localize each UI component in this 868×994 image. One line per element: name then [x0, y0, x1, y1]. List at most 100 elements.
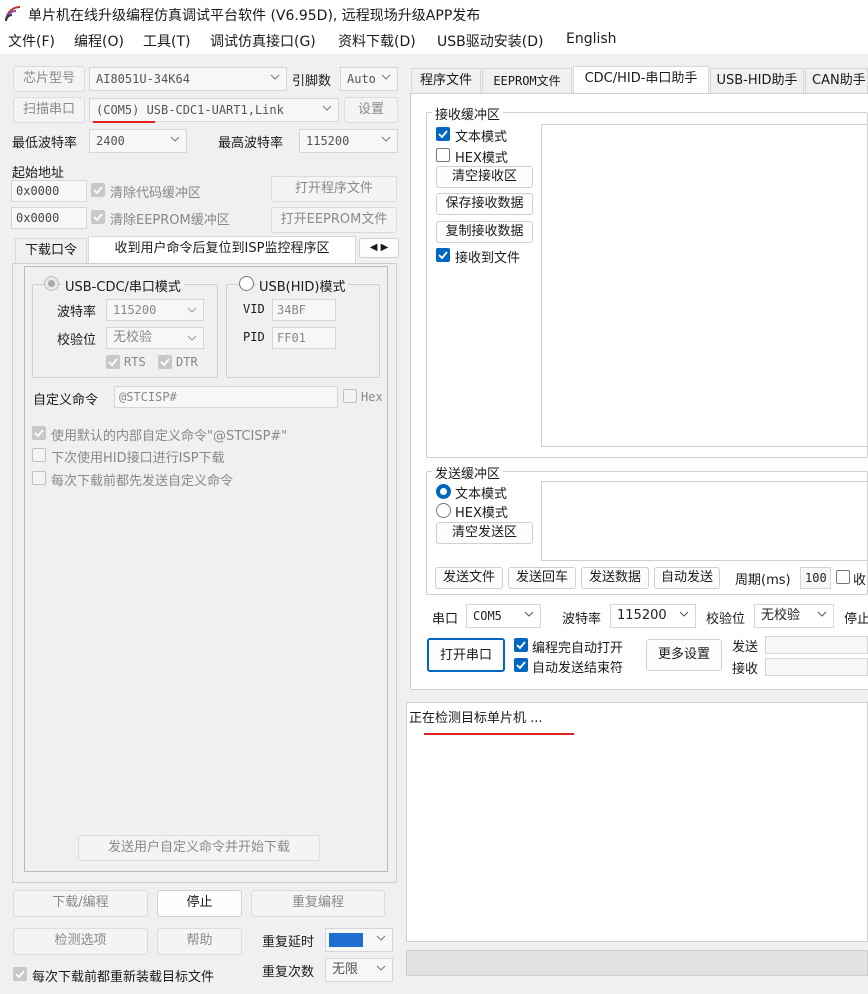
recv-text-mode-checkbox[interactable] — [436, 127, 450, 141]
auto-open-label: 编程完自动打开 — [532, 641, 624, 656]
serial-parity-select[interactable]: 无校验 — [754, 604, 834, 628]
more-settings-button[interactable]: 更多设置 — [646, 639, 722, 671]
serial-baud-select[interactable]: 115200 — [610, 604, 696, 628]
serial-port-label: 串口 — [432, 612, 459, 627]
send-custom-command-button[interactable]: 发送用户自定义命令并开始下载 — [78, 835, 320, 861]
check-options-button[interactable]: 检测选项 — [13, 928, 148, 955]
clear-eeprom-checkbox[interactable] — [91, 210, 105, 224]
rts-checkbox[interactable] — [106, 355, 120, 369]
menu-downloads[interactable]: 资料下载(D) — [338, 31, 416, 51]
max-baud-select[interactable]: 115200 — [299, 129, 398, 153]
recv-to-file-checkbox[interactable] — [436, 248, 450, 262]
period-field[interactable]: 100 — [800, 567, 831, 589]
open-port-button[interactable]: 打开串口 — [427, 638, 505, 672]
parity-value: 无校验 — [113, 330, 153, 345]
hid-mode-radio[interactable] — [239, 276, 254, 291]
auto-send-button[interactable]: 自动发送 — [654, 567, 720, 589]
max-baud-label: 最高波特率 — [218, 136, 284, 151]
menu-program[interactable]: 编程(O) — [74, 31, 124, 51]
default-command-checkbox[interactable] — [32, 426, 46, 440]
recv-hex-mode-checkbox[interactable] — [436, 148, 450, 162]
send-file-button[interactable]: 发送文件 — [435, 567, 503, 589]
clear-eeprom-label: 清除EEPROM缓冲区 — [110, 213, 230, 228]
copy-receive-button[interactable]: 复制接收数据 — [436, 221, 533, 243]
eeprom-address-field[interactable]: 0x0000 — [11, 207, 87, 229]
window-title: 单片机在线升级编程仿真调试平台软件 (V6.95D), 远程现场升级APP发布 — [28, 8, 481, 24]
repeat-count-select[interactable]: 无限 — [325, 958, 393, 982]
tab-can-assistant[interactable]: CAN助手 — [805, 68, 868, 94]
clear-receive-button[interactable]: 清空接收区 — [436, 166, 533, 188]
chip-model-select[interactable]: AI8051U-34K64 — [89, 67, 287, 91]
help-button[interactable]: 帮助 — [157, 928, 242, 955]
dtr-checkbox[interactable] — [158, 355, 172, 369]
menu-tools[interactable]: 工具(T) — [143, 31, 190, 51]
port-select[interactable]: (COM5) USB-CDC1-UART1,Link — [89, 98, 339, 122]
hid-isp-label: 下次使用HID接口进行ISP下载 — [51, 451, 225, 466]
chevron-down-icon — [187, 335, 197, 341]
clear-send-button[interactable]: 清空发送区 — [436, 522, 533, 544]
pid-field[interactable]: FF01 — [272, 327, 336, 349]
send-count-label: 发送 — [732, 640, 759, 655]
cdc-mode-radio[interactable] — [44, 276, 59, 291]
tab-download-password[interactable]: 下载口令 — [15, 238, 87, 264]
custom-command-label: 自定义命令 — [33, 393, 99, 408]
open-program-file-button[interactable]: 打开程序文件 — [271, 176, 397, 202]
repeat-delay-label: 重复延时 — [262, 935, 315, 950]
parity-select[interactable]: 无校验 — [106, 327, 204, 349]
min-baud-select[interactable]: 2400 — [89, 129, 187, 153]
tab-program-file[interactable]: 程序文件 — [411, 68, 481, 94]
clear-code-label: 清除代码缓冲区 — [110, 186, 202, 201]
recv-to-file-label: 接收到文件 — [455, 251, 521, 266]
send-hex-mode-radio[interactable] — [436, 503, 451, 518]
clear-code-checkbox[interactable] — [91, 183, 105, 197]
chevron-down-icon — [376, 935, 386, 941]
send-cr-button[interactable]: 发送回车 — [508, 567, 576, 589]
baud-value: 115200 — [113, 303, 157, 317]
chevron-down-icon — [381, 74, 391, 80]
max-baud-value: 115200 — [306, 134, 350, 148]
tab-serial-assistant[interactable]: CDC/HID-串口助手 — [573, 66, 709, 94]
hex-checkbox[interactable] — [343, 389, 357, 403]
open-eeprom-file-button[interactable]: 打开EEPROM文件 — [271, 207, 397, 233]
serial-port-select[interactable]: COM5 — [466, 604, 541, 628]
chevron-down-icon — [270, 74, 280, 80]
download-program-button[interactable]: 下载/编程 — [13, 890, 148, 917]
serial-parity-value: 无校验 — [761, 608, 801, 623]
tab-eeprom-file[interactable]: EEPROM文件 — [482, 68, 572, 94]
auto-end-checkbox[interactable] — [514, 658, 528, 672]
stop-button[interactable]: 停止 — [157, 890, 242, 917]
tab-usb-hid-assistant[interactable]: USB-HID助手 — [710, 68, 804, 94]
save-receive-button[interactable]: 保存接收数据 — [436, 193, 533, 215]
pin-count-select[interactable]: Auto — [340, 67, 398, 91]
vid-field[interactable]: 34BF — [272, 299, 336, 321]
auto-open-checkbox[interactable] — [514, 638, 528, 652]
reprogram-button[interactable]: 重复编程 — [251, 890, 385, 917]
settings-button[interactable]: 设置 — [344, 97, 398, 123]
start-address-label: 起始地址 — [12, 166, 65, 181]
send-before-download-checkbox[interactable] — [32, 471, 46, 485]
send-textarea[interactable] — [541, 481, 868, 561]
repeat-delay-select[interactable] — [325, 928, 393, 952]
send-data-button[interactable]: 发送数据 — [581, 567, 649, 589]
menu-english[interactable]: English — [566, 31, 617, 47]
recv-option-label: 收 — [853, 573, 867, 588]
annotation-underline — [424, 733, 574, 735]
baud-select[interactable]: 115200 — [106, 299, 204, 321]
menu-usb-driver[interactable]: USB驱动安装(D) — [437, 31, 543, 51]
chevron-down-icon — [170, 136, 180, 142]
tab-reset-to-isp[interactable]: 收到用户命令后复位到ISP监控程序区 — [88, 236, 356, 264]
tab-scroll-buttons[interactable]: ◀ ▶ — [359, 238, 399, 258]
receive-textarea[interactable] — [541, 124, 868, 447]
auto-end-label: 自动发送结束符 — [532, 661, 624, 676]
menu-debug-interface[interactable]: 调试仿真接口(G) — [210, 31, 316, 51]
scan-port-button[interactable]: 扫描串口 — [13, 97, 85, 123]
code-address-field[interactable]: 0x0000 — [11, 180, 87, 202]
chip-model-button[interactable]: 芯片型号 — [13, 66, 85, 92]
recv-option-checkbox[interactable] — [836, 570, 850, 584]
send-text-mode-radio[interactable] — [436, 484, 451, 499]
pin-count-label: 引脚数 — [292, 74, 332, 89]
reload-file-checkbox[interactable] — [13, 967, 27, 981]
custom-command-field[interactable]: @STCISP# — [114, 386, 338, 408]
menu-file[interactable]: 文件(F) — [8, 31, 55, 51]
hid-isp-checkbox[interactable] — [32, 448, 46, 462]
